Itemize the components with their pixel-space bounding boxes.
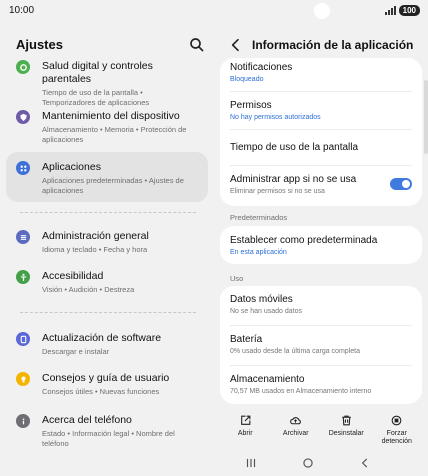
settings-item-subtitle: Almacenamiento • Memoria • Protección de…	[42, 125, 187, 144]
app-info-header: Información de la aplicación	[228, 35, 424, 55]
settings-item-accessibility[interactable]: Accesibilidad Visión • Audición • Destrez…	[6, 270, 208, 295]
set-default-title: Establecer como predeterminada	[230, 235, 378, 246]
page-title: Información de la aplicación	[252, 38, 414, 52]
settings-item-subtitle: Tiempo de uso de la pantalla • Temporiza…	[42, 88, 150, 107]
settings-item-subtitle: Idioma y teclado • Fecha y hora	[42, 245, 148, 254]
settings-header: Ajustes	[16, 36, 206, 56]
set-default-item[interactable]: Establecer como predeterminada En esta a…	[220, 226, 422, 264]
about-phone-icon	[16, 414, 30, 428]
software-update-icon	[16, 332, 30, 346]
settings-item-title: Administración general	[42, 230, 149, 242]
trash-icon	[341, 415, 351, 426]
settings-item-general-management[interactable]: Administración general Idioma y teclado •…	[6, 230, 208, 255]
force-stop-label: Forzar detención	[381, 430, 412, 445]
force-stop-icon	[391, 415, 402, 426]
page-title: Ajustes	[16, 37, 63, 52]
manage-unused-subtitle: Eliminar permisos si no se usa	[230, 188, 325, 195]
permissions-status: No hay permisos autorizados	[230, 114, 321, 121]
manage-unused-item[interactable]: Administrar app si no se usa Eliminar pe…	[220, 166, 422, 206]
recent-apps-icon[interactable]	[244, 456, 258, 470]
archive-label: Archivar	[282, 430, 309, 437]
settings-item-title: Consejos y guía de usuario	[42, 372, 170, 384]
general-management-icon	[16, 230, 30, 244]
storage-subtitle: 70,57 MB usados en Almacenamiento intern…	[230, 388, 372, 395]
manage-unused-toggle[interactable]	[390, 178, 412, 190]
back-arrow-icon[interactable]	[228, 37, 244, 53]
permissions-item[interactable]: Permisos No hay permisos autorizados	[220, 92, 422, 130]
section-header-defaults: Predeterminados	[230, 213, 288, 222]
cloud-archive-icon	[290, 417, 302, 425]
settings-item-subtitle: Estado • Información legal • Nombre del …	[42, 429, 175, 448]
usage-card: Datos móviles No se han usado datos Bate…	[220, 286, 422, 404]
storage-item[interactable]: Almacenamiento 70,57 MB usados en Almace…	[220, 366, 422, 404]
digital-wellbeing-icon	[16, 60, 30, 74]
battery-subtitle: 0% usado desde la última carga completa	[230, 348, 360, 355]
screen-time-title: Tiempo de uso de la pantalla	[230, 142, 359, 153]
open-icon	[240, 415, 251, 425]
settings-item-tips[interactable]: Consejos y guía de usuario Consejos útile…	[6, 372, 208, 397]
divider	[20, 312, 196, 313]
app-info-pane: Información de la aplicación Notificacio…	[214, 24, 428, 448]
settings-item-subtitle: Visión • Audición • Destreza	[42, 285, 135, 294]
settings-item-about-phone[interactable]: Acerca del teléfono Estado • Información …	[6, 414, 208, 449]
settings-item-title: Acerca del teléfono	[42, 414, 132, 426]
camera-cutout	[314, 3, 330, 19]
settings-item-software-update[interactable]: Actualización de software Descargar e ins…	[6, 332, 208, 357]
notifications-title: Notificaciones	[230, 62, 293, 73]
screen-time-item[interactable]: Tiempo de uso de la pantalla	[220, 130, 422, 166]
mobile-data-item[interactable]: Datos móviles No se han usado datos	[220, 286, 422, 326]
section-header-usage: Uso	[230, 274, 244, 283]
settings-item-title: Accesibilidad	[42, 270, 104, 282]
settings-item-subtitle: Descargar e instalar	[42, 347, 110, 356]
app-settings-card: Notificaciones Bloqueado Permisos No hay…	[220, 58, 422, 206]
scrollbar[interactable]	[424, 80, 428, 154]
defaults-card: Establecer como predeterminada En esta a…	[220, 226, 422, 264]
settings-item-title: Salud digital y controles parentales	[42, 60, 153, 85]
divider	[20, 212, 196, 213]
manage-unused-title: Administrar app si no se usa	[230, 174, 357, 185]
battery-icon: 100	[398, 5, 420, 16]
tips-icon	[16, 372, 30, 386]
settings-item-device-care[interactable]: Mantenimiento del dispositivo Almacenamie…	[6, 110, 208, 145]
settings-item-digital-wellbeing[interactable]: Salud digital y controles parentales Tiem…	[6, 60, 208, 108]
status-time: 10:00	[9, 5, 35, 16]
uninstall-label: Desinstalar	[328, 430, 364, 437]
status-bar: 10:00 100	[0, 0, 428, 24]
settings-item-subtitle: Aplicaciones predeterminadas • Ajustes d…	[42, 176, 184, 195]
navigation-bar	[0, 448, 428, 476]
permissions-title: Permisos	[230, 100, 272, 111]
settings-item-title: Actualización de software	[42, 332, 162, 344]
storage-title: Almacenamiento	[230, 374, 305, 385]
settings-item-title: Aplicaciones	[42, 161, 101, 173]
settings-item-subtitle: Consejos útiles • Nuevas funciones	[42, 387, 160, 396]
device-care-icon	[16, 110, 30, 124]
notifications-item[interactable]: Notificaciones Bloqueado	[220, 58, 422, 92]
apps-icon	[16, 161, 30, 175]
settings-pane: Ajustes Salud digital y controles parent…	[0, 24, 214, 448]
back-icon[interactable]	[358, 456, 372, 470]
settings-item-apps[interactable]: Aplicaciones Aplicaciones predeterminadas…	[6, 152, 208, 202]
search-icon[interactable]	[188, 36, 206, 54]
mobile-data-title: Datos móviles	[230, 294, 293, 305]
signal-icon	[384, 6, 396, 15]
accessibility-icon	[16, 270, 30, 284]
battery-item[interactable]: Batería 0% usado desde la última carga c…	[220, 326, 422, 366]
set-default-subtitle: En esta aplicación	[230, 249, 287, 256]
notifications-status: Bloqueado	[230, 76, 264, 83]
settings-item-title: Mantenimiento del dispositivo	[42, 110, 180, 122]
status-icons: 100	[384, 5, 420, 16]
mobile-data-subtitle: No se han usado datos	[230, 308, 302, 315]
open-label: Abrir	[237, 430, 253, 437]
battery-title: Batería	[230, 334, 263, 345]
home-icon[interactable]	[301, 456, 315, 470]
